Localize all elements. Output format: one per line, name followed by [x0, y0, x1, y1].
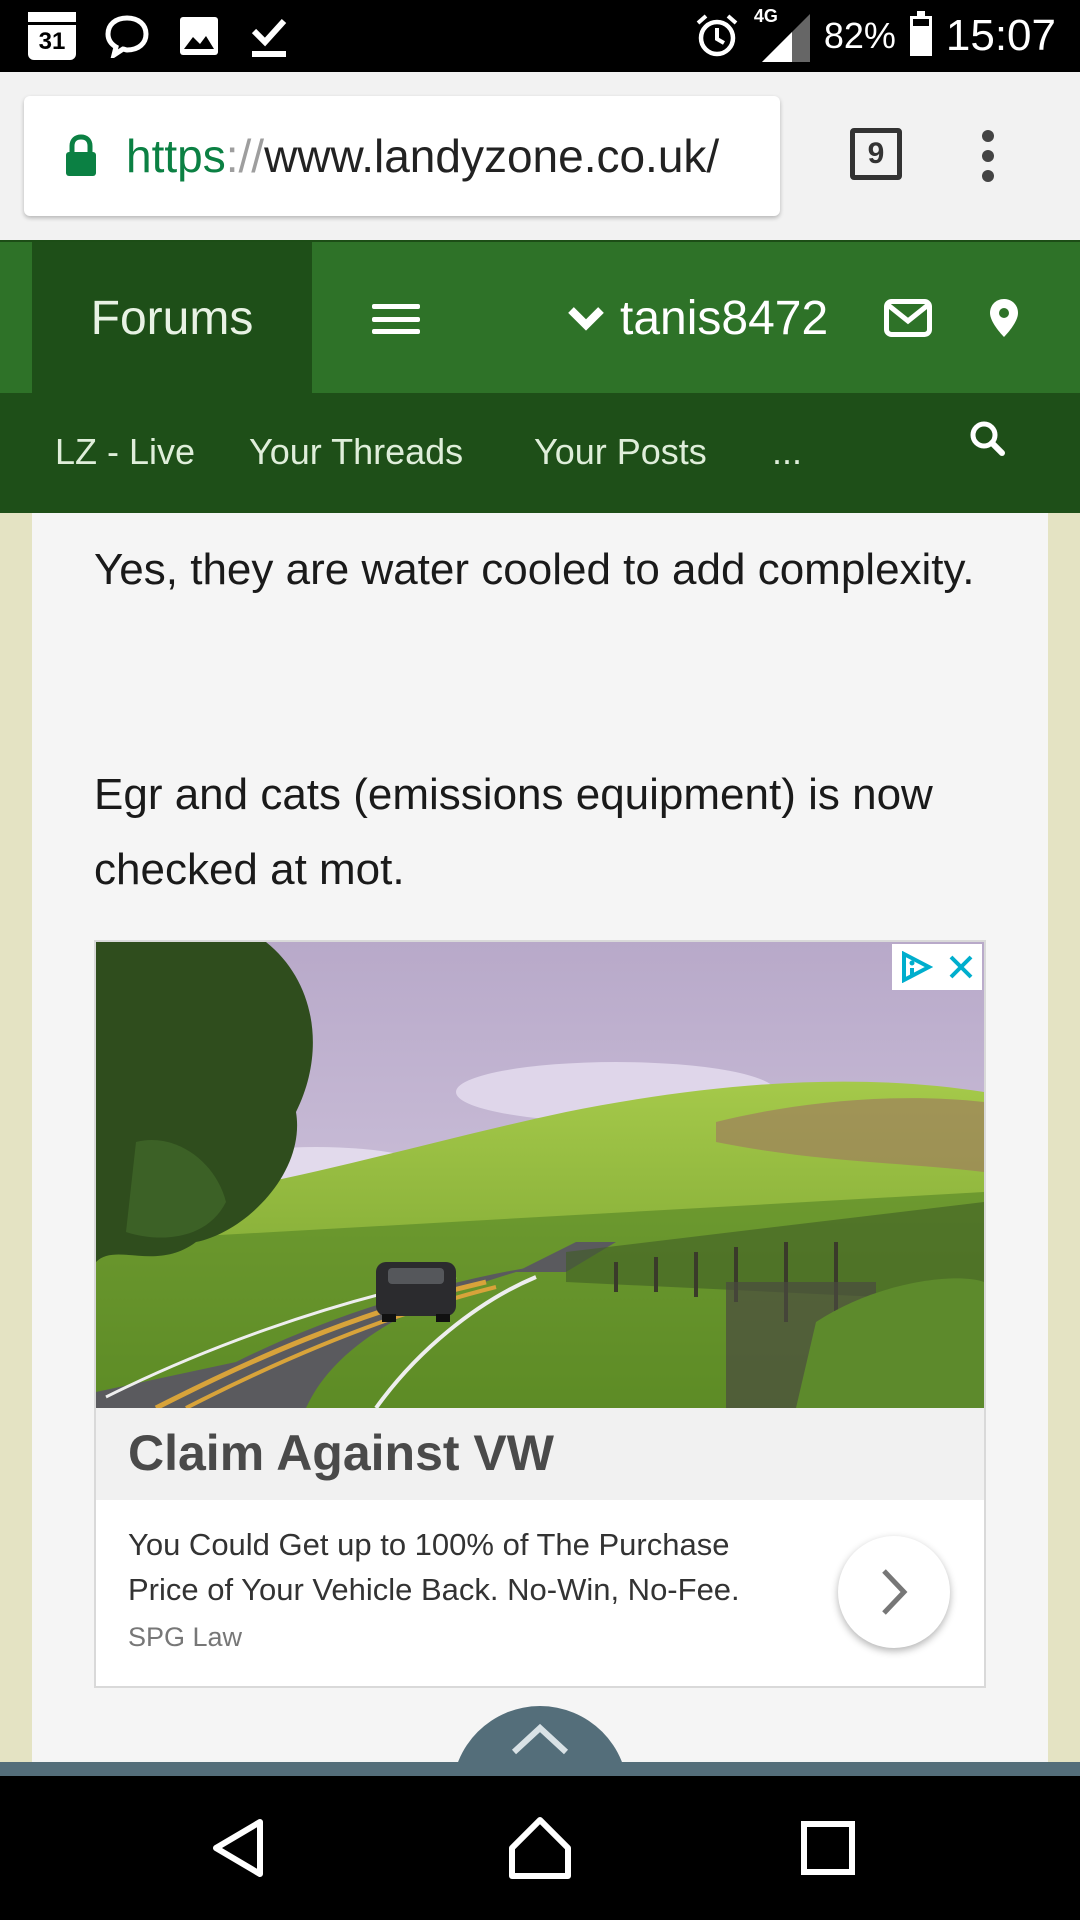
location-pin-icon[interactable] — [978, 292, 1030, 344]
post-paragraph: Yes, they are water cooled to add comple… — [94, 545, 975, 594]
url-text: https://www.landyzone.co.uk/ — [126, 130, 720, 182]
download-done-icon — [251, 18, 287, 57]
home-icon[interactable] — [504, 1812, 576, 1884]
battery-icon — [909, 11, 932, 56]
signal-icon: 4G — [754, 6, 810, 62]
address-bar[interactable]: https://www.landyzone.co.uk/ — [24, 96, 780, 216]
tab-switcher-button[interactable]: 9 — [850, 128, 902, 180]
recents-icon[interactable] — [792, 1812, 864, 1884]
ad-badge[interactable] — [892, 944, 982, 990]
chat-bubble-icon — [105, 15, 149, 58]
clock: 15:07 — [945, 11, 1056, 60]
post-paragraph: Egr and cats (emissions equipment) is no… — [94, 770, 933, 894]
browser-toolbar: https://www.landyzone.co.uk/ 9 — [0, 72, 1080, 240]
lock-icon — [66, 134, 96, 176]
chevron-right-icon — [882, 1569, 908, 1615]
close-icon[interactable] — [947, 953, 975, 981]
sub-navbar: LZ - Live Your Threads Your Posts ... — [0, 393, 1080, 513]
sub-nav-more[interactable]: ... — [772, 431, 802, 473]
ad-title-band: Claim Against VW — [96, 1408, 984, 1500]
ad-card[interactable]: Claim Against VW You Could Get up to 100… — [94, 940, 986, 1688]
system-nav-bar — [0, 1776, 1080, 1920]
username: tanis8472 — [620, 292, 829, 345]
image-icon — [180, 17, 218, 55]
chevron-up-icon — [511, 1723, 569, 1755]
mail-icon[interactable] — [882, 292, 934, 344]
sub-nav-your-posts[interactable]: Your Posts — [534, 431, 707, 473]
ad-title[interactable]: Claim Against VW — [128, 1424, 554, 1482]
calendar-icon: 31 — [28, 12, 76, 60]
battery-percent: 82% — [823, 15, 896, 56]
ad-open-button[interactable] — [838, 1536, 950, 1648]
alarm-icon — [696, 14, 738, 57]
site-navbar: Forums tanis8472 — [0, 240, 1080, 395]
adchoices-icon[interactable] — [899, 951, 933, 983]
user-menu[interactable]: tanis8472 — [566, 242, 828, 395]
search-icon[interactable] — [968, 419, 1008, 463]
ad-description: You Could Get up to 100% of The Purchase… — [128, 1527, 740, 1607]
forums-tab[interactable]: Forums — [32, 242, 312, 395]
overflow-menu-icon[interactable] — [980, 130, 996, 182]
chevron-down-icon — [568, 306, 604, 331]
sub-nav-your-threads[interactable]: Your Threads — [249, 431, 463, 473]
back-icon[interactable] — [204, 1812, 276, 1884]
status-bar: 31 4G 82% 15:07 — [0, 0, 1080, 72]
hamburger-icon[interactable] — [372, 304, 420, 334]
ad-source: SPG Law — [128, 1622, 243, 1652]
ad-image[interactable] — [96, 942, 984, 1408]
sub-nav-lz-live[interactable]: LZ - Live — [55, 431, 195, 473]
